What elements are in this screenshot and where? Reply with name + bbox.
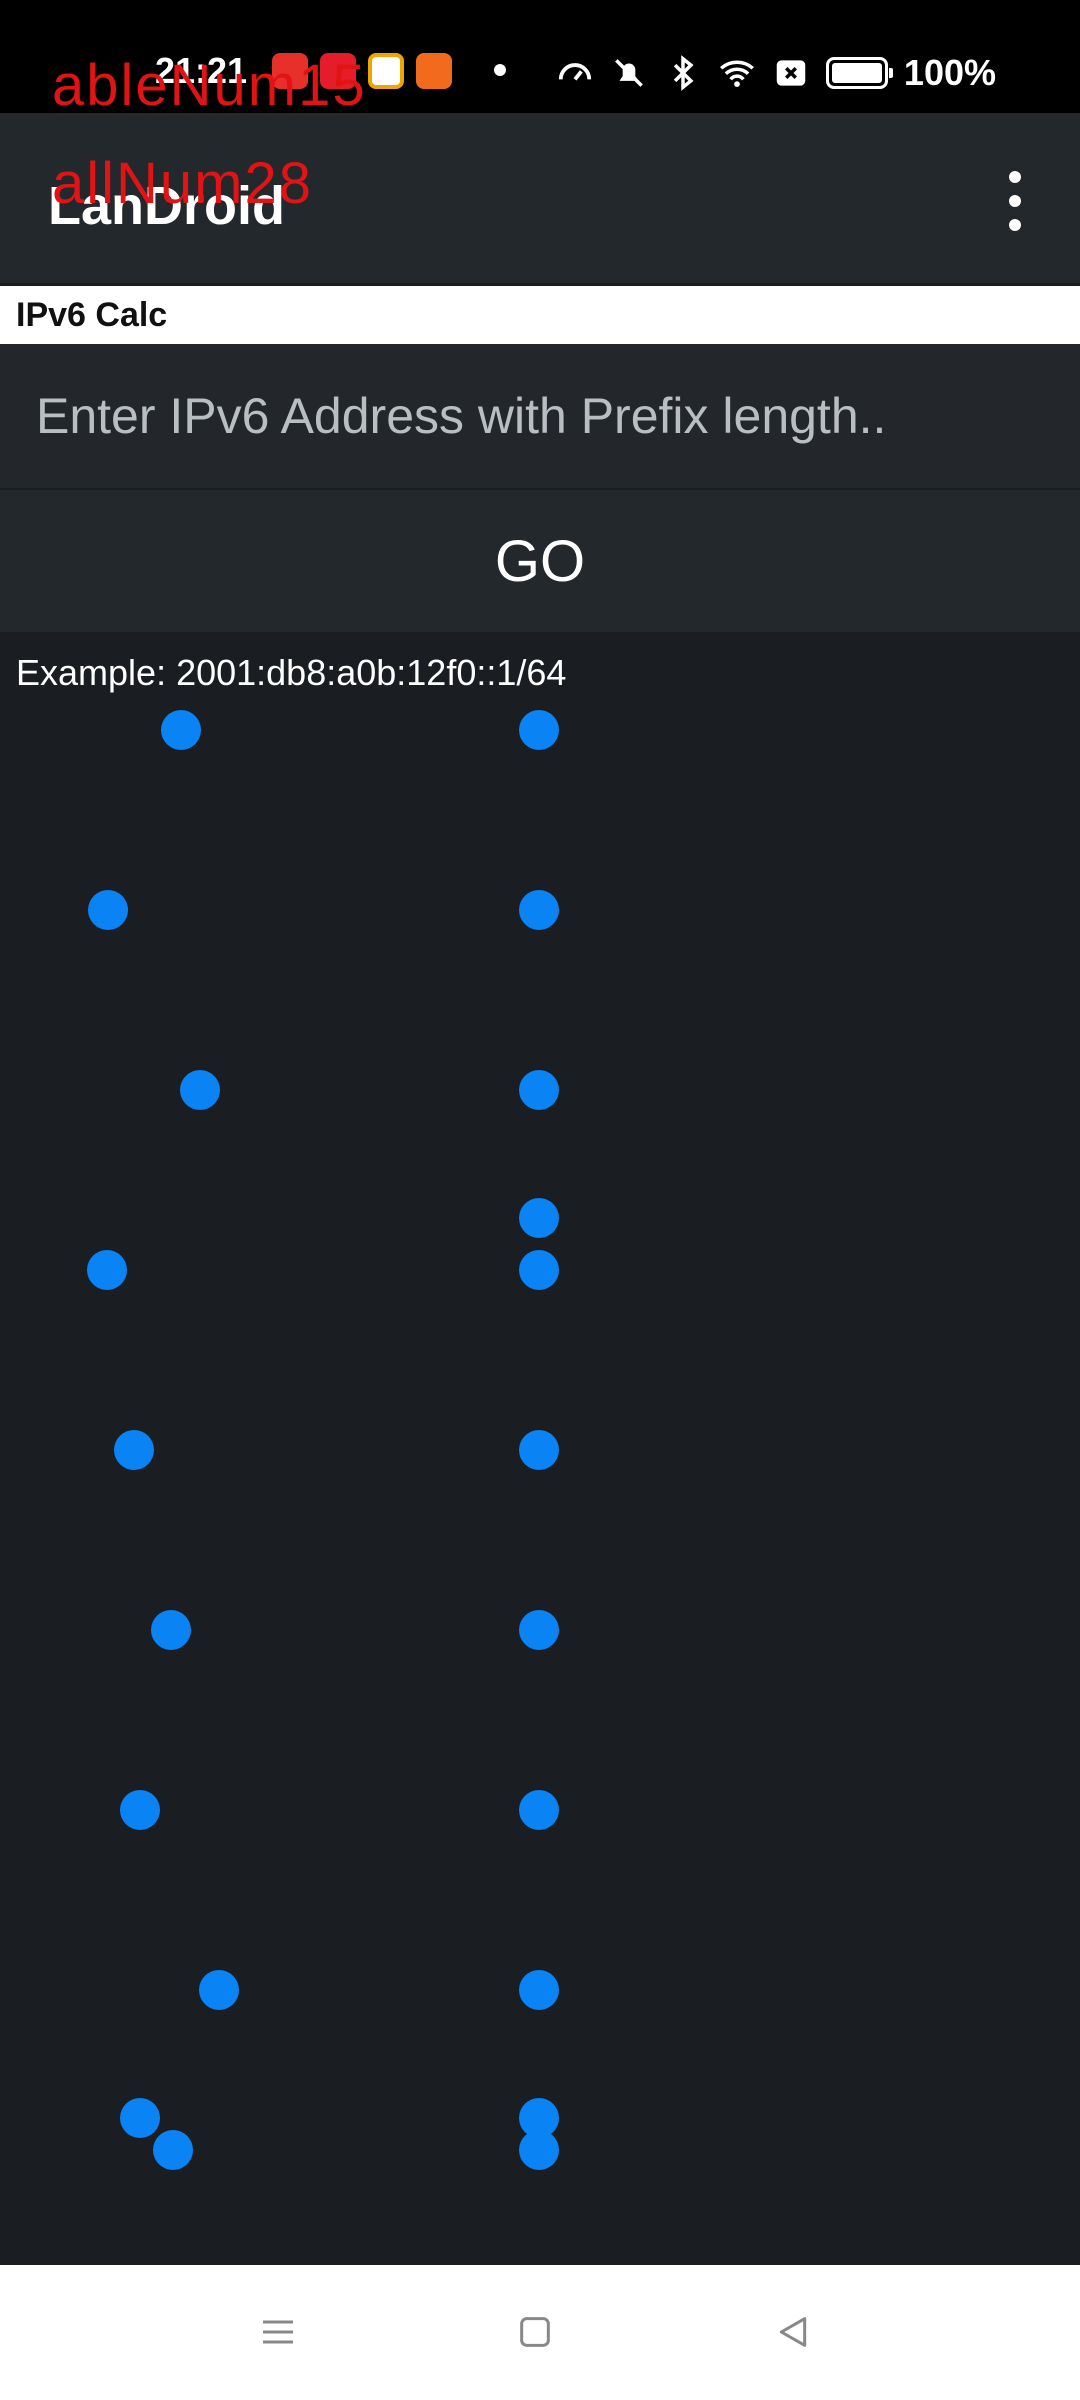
sim-off-icon (776, 60, 806, 86)
touch-dot (519, 710, 559, 750)
system-icons: 100% (556, 52, 996, 94)
touch-dot (519, 1790, 559, 1830)
touch-dot (87, 1250, 127, 1290)
more-notifications-icon (494, 64, 506, 76)
app-title: LanDroid (48, 176, 285, 236)
bluetooth-icon (673, 55, 694, 91)
bell-off-icon (615, 59, 643, 87)
touch-dot (180, 1070, 220, 1110)
home-icon (520, 2317, 550, 2347)
touch-dot (120, 1790, 160, 1830)
notification-app-icon (416, 53, 452, 89)
touch-dot (519, 2130, 559, 2170)
section-title: IPv6 Calc (16, 296, 168, 334)
touch-dot (151, 1610, 191, 1650)
touch-dot (519, 1610, 559, 1650)
more-vert-icon (1009, 171, 1021, 183)
touch-dot (519, 1198, 559, 1238)
status-time: 21:21 (155, 50, 248, 91)
back-button[interactable] (758, 2297, 828, 2367)
status-bar: 21:21 100% (0, 0, 1080, 113)
menu-icon (263, 2320, 293, 2344)
ipv6-address-input[interactable] (0, 344, 1080, 488)
touch-dot (519, 1070, 559, 1110)
touch-dot (114, 1430, 154, 1470)
battery-percent: 100% (903, 52, 996, 93)
notification-app-icon (272, 53, 308, 89)
touch-dot (519, 1430, 559, 1470)
system-navigation-bar (0, 2265, 1080, 2400)
touch-dot (153, 2130, 193, 2170)
touch-dot (519, 1250, 559, 1290)
wifi-icon (719, 60, 754, 87)
section-header: IPv6 Calc (0, 286, 1080, 344)
app-bar: LanDroid (0, 113, 1080, 283)
touch-dot (161, 710, 201, 750)
battery-icon (825, 57, 893, 89)
recent-apps-button[interactable] (243, 2297, 313, 2367)
touch-dot (88, 890, 128, 930)
touch-dot (519, 1970, 559, 2010)
home-button[interactable] (500, 2297, 570, 2367)
more-options-button[interactable] (990, 171, 1040, 231)
touch-dot (120, 2098, 160, 2138)
notification-app-icon (368, 53, 404, 89)
example-hint: Example: 2001:db8:a0b:12f0::1/64 (16, 652, 567, 693)
touch-dot (199, 1970, 239, 2010)
back-icon (779, 2317, 807, 2347)
speedometer-icon (558, 63, 592, 81)
go-button[interactable]: GO (0, 490, 1080, 632)
touch-dot (519, 890, 559, 930)
notification-app-icon (320, 53, 356, 89)
notification-icons (272, 53, 452, 89)
